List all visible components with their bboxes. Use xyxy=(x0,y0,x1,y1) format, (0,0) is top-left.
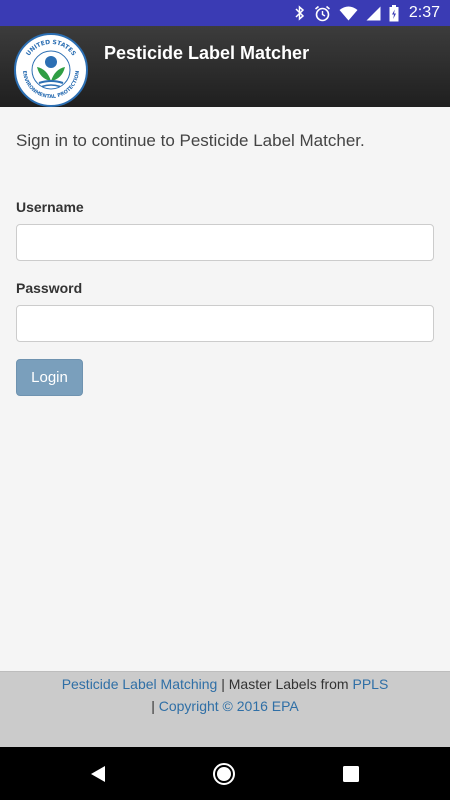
back-icon[interactable] xyxy=(86,762,110,786)
home-icon[interactable] xyxy=(212,762,236,786)
footer-link-app[interactable]: Pesticide Label Matching xyxy=(62,676,218,692)
battery-charging-icon xyxy=(389,4,399,21)
alarm-icon xyxy=(314,5,330,21)
signal-icon xyxy=(366,6,381,20)
footer-line-2: | Copyright © 2016 EPA xyxy=(0,695,450,717)
recent-apps-icon[interactable] xyxy=(339,762,363,786)
footer-line-1: Pesticide Label Matching | Master Labels… xyxy=(0,673,450,695)
footer-link-ppls[interactable]: PPLS xyxy=(352,676,388,692)
login-panel: Sign in to continue to Pesticide Label M… xyxy=(0,107,450,671)
password-input[interactable] xyxy=(16,305,434,342)
app-header: UNITED STATES ENVIRONMENTAL PROTECTION P… xyxy=(0,26,450,107)
password-label: Password xyxy=(16,280,83,296)
footer-separator-2: | xyxy=(151,698,159,714)
footer-text-master: Master Labels from xyxy=(228,676,353,692)
username-input[interactable] xyxy=(16,224,434,261)
login-button[interactable]: Login xyxy=(16,359,83,396)
footer: Pesticide Label Matching | Master Labels… xyxy=(0,671,450,747)
footer-link-copyright[interactable]: Copyright © 2016 EPA xyxy=(159,698,299,714)
epa-logo: UNITED STATES ENVIRONMENTAL PROTECTION xyxy=(14,33,88,107)
wifi-icon xyxy=(339,6,358,20)
status-bar: 2:37 xyxy=(0,0,450,26)
app-title: Pesticide Label Matcher xyxy=(104,43,310,63)
epa-seal-icon: UNITED STATES ENVIRONMENTAL PROTECTION xyxy=(18,37,84,103)
intro-text: Sign in to continue to Pesticide Label M… xyxy=(16,131,365,150)
status-time: 2:37 xyxy=(408,4,440,21)
bluetooth-icon xyxy=(295,5,304,21)
username-label: Username xyxy=(16,199,84,215)
navigation-bar xyxy=(0,747,450,800)
footer-separator-1: | xyxy=(217,676,229,692)
